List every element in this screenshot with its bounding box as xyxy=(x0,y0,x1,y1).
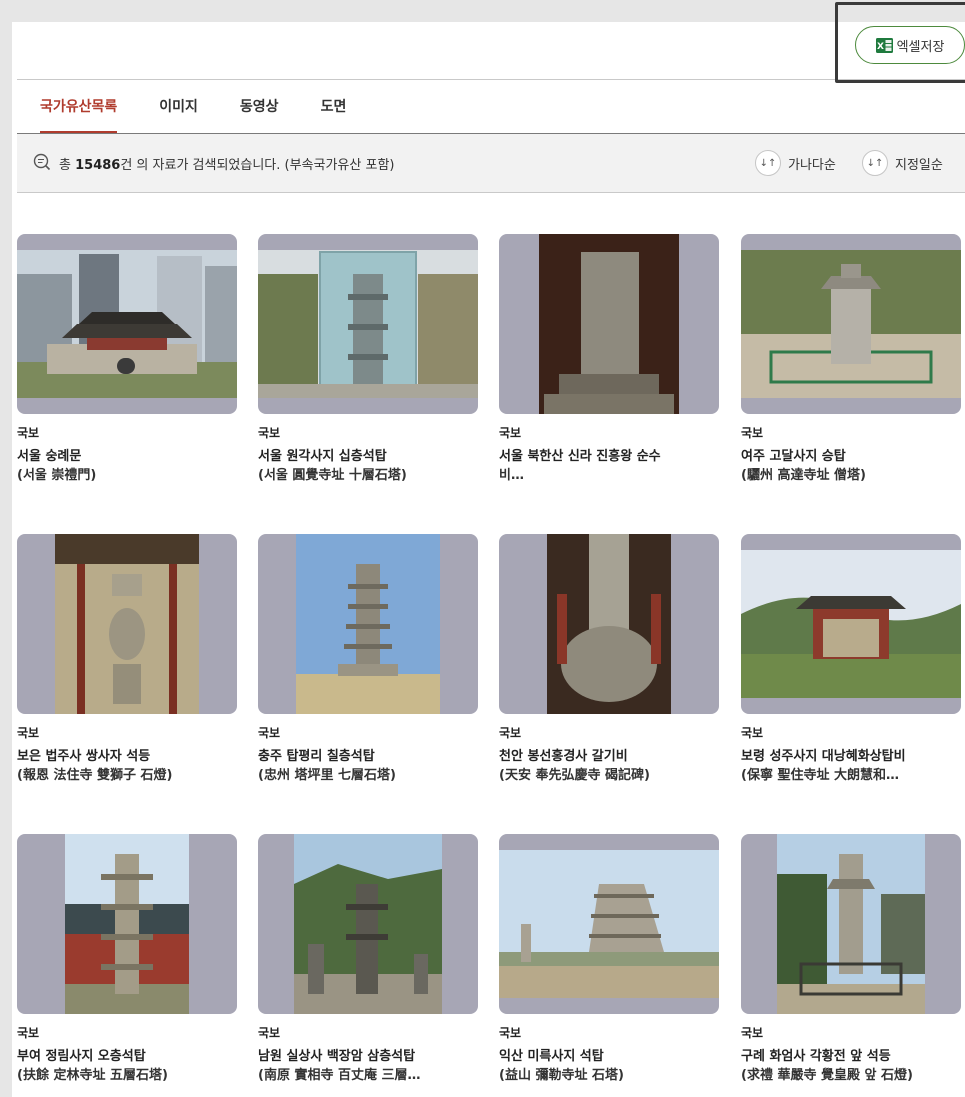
heritage-name: 천안 봉선홍경사 갈기비 xyxy=(499,749,628,764)
heritage-card[interactable]: 국보 구례 화엄사 각황전 앞 석등 (求禮 華嚴寺 覺皇殿 앞 石燈) xyxy=(741,834,961,1085)
heritage-thumbnail xyxy=(258,234,478,414)
heritage-hanja: (天安 奉先弘慶寺 碣記碑) xyxy=(499,768,650,783)
heritage-category: 국보 xyxy=(17,726,40,740)
heritage-category: 국보 xyxy=(741,726,764,740)
tab-images[interactable]: 이미지 xyxy=(159,86,198,134)
heritage-category: 국보 xyxy=(17,1026,40,1040)
heritage-hanja: (求禮 華嚴寺 覺皇殿 앞 石燈) xyxy=(741,1068,913,1083)
excel-icon: X xyxy=(875,37,893,53)
heritage-name: 보은 법주사 쌍사자 석등 xyxy=(17,749,151,764)
heritage-card[interactable]: 국보 서울 숭례문 (서울 崇禮門) xyxy=(17,234,237,485)
search-result-icon xyxy=(33,153,51,171)
heritage-category: 국보 xyxy=(499,1026,522,1040)
heritage-name: 서울 숭례문 xyxy=(17,449,82,464)
heritage-hanja: (서울 崇禮門) xyxy=(17,468,97,483)
heritage-card[interactable]: 국보 여주 고달사지 승탑 (驪州 高達寺址 僧塔) xyxy=(741,234,961,485)
heritage-name: 서울 북한산 신라 진흥왕 순수 xyxy=(499,449,661,464)
heritage-thumbnail xyxy=(17,834,237,1014)
heritage-thumbnail xyxy=(17,234,237,414)
heritage-name: 부여 정림사지 오층석탑 xyxy=(17,1049,146,1064)
top-toolbar: X 엑셀저장 xyxy=(17,2,965,83)
heritage-thumbnail xyxy=(741,234,961,414)
heritage-card[interactable]: 국보 충주 탑평리 칠층석탑 (忠州 塔坪里 七層石塔) xyxy=(258,534,478,785)
heritage-thumbnail xyxy=(499,234,719,414)
heritage-card[interactable]: 국보 서울 원각사지 십층석탑 (서울 圓覺寺址 十層石塔) xyxy=(258,234,478,485)
result-suffix: 건 의 자료가 검색되었습니다. (부속국가유산 포함) xyxy=(120,158,395,173)
tab-heritage-list[interactable]: 국가유산목록 xyxy=(40,86,118,134)
heritage-thumbnail xyxy=(258,534,478,714)
heritage-hanja: (忠州 塔坪里 七層石塔) xyxy=(258,768,396,783)
heritage-hanja: (益山 彌勒寺址 石塔) xyxy=(499,1068,624,1083)
excel-save-button[interactable]: X 엑셀저장 xyxy=(855,26,965,64)
heritage-name: 익산 미륵사지 석탑 xyxy=(499,1049,604,1064)
result-prefix: 총 xyxy=(59,158,71,173)
excel-save-label: 엑셀저장 xyxy=(896,39,945,55)
heritage-thumbnail xyxy=(741,534,961,714)
heritage-category: 국보 xyxy=(17,426,40,440)
heritage-thumbnail xyxy=(17,534,237,714)
sort-arrows-icon: ↓↑ xyxy=(755,150,781,176)
heritage-name: 구례 화엄사 각황전 앞 석등 xyxy=(741,1049,891,1064)
sort-alphabetical-label: 가나다순 xyxy=(788,157,836,173)
heritage-thumbnail xyxy=(741,834,961,1014)
heritage-category: 국보 xyxy=(258,726,281,740)
heritage-category: 국보 xyxy=(741,426,764,440)
heritage-card[interactable]: 국보 천안 봉선홍경사 갈기비 (天安 奉先弘慶寺 碣記碑) xyxy=(499,534,719,785)
heritage-hanja: (驪州 高達寺址 僧塔) xyxy=(741,468,866,483)
heritage-category: 국보 xyxy=(499,726,522,740)
heritage-card[interactable]: 국보 보은 법주사 쌍사자 석등 (報恩 法住寺 雙獅子 石燈) xyxy=(17,534,237,785)
sort-date-label: 지정일순 xyxy=(895,157,943,173)
sort-alphabetical-button[interactable]: ↓↑ 가나다순 xyxy=(755,150,836,176)
heritage-category: 국보 xyxy=(258,426,281,440)
result-tabs: 국가유산목록 이미지 동영상 도면 xyxy=(40,86,388,134)
heritage-hanja: (保寧 聖住寺址 大朗慧和… xyxy=(741,768,899,783)
heritage-hanja: 비… xyxy=(499,468,524,483)
heritage-name: 보령 성주사지 대낭혜화상탑비 xyxy=(741,749,906,764)
tab-drawings[interactable]: 도면 xyxy=(321,86,347,134)
sort-arrows-icon: ↓↑ xyxy=(862,150,888,176)
heritage-card[interactable]: 국보 익산 미륵사지 석탑 (益山 彌勒寺址 石塔) xyxy=(499,834,719,1085)
heritage-name: 남원 실상사 백장암 삼층석탑 xyxy=(258,1049,416,1064)
heritage-name: 충주 탑평리 칠층석탑 xyxy=(258,749,375,764)
tab-videos[interactable]: 동영상 xyxy=(240,86,279,134)
heritage-hanja: (南原 實相寺 百丈庵 三層… xyxy=(258,1068,421,1083)
heritage-card[interactable]: 국보 부여 정림사지 오층석탑 (扶餘 定林寺址 五層石塔) xyxy=(17,834,237,1085)
heritage-thumbnail xyxy=(499,834,719,1014)
heritage-thumbnail xyxy=(499,534,719,714)
heritage-thumbnail xyxy=(258,834,478,1014)
result-count-text: 총 15486건 의 자료가 검색되었습니다. (부속국가유산 포함) xyxy=(59,154,394,173)
svg-text:X: X xyxy=(877,42,884,52)
result-info-bar: 총 15486건 의 자료가 검색되었습니다. (부속국가유산 포함) ↓↑ 가… xyxy=(17,134,965,193)
heritage-card[interactable]: 국보 남원 실상사 백장암 삼층석탑 (南原 實相寺 百丈庵 三層… xyxy=(258,834,478,1085)
heritage-name: 서울 원각사지 십층석탑 xyxy=(258,449,387,464)
heritage-category: 국보 xyxy=(258,1026,281,1040)
heritage-hanja: (서울 圓覺寺址 十層石塔) xyxy=(258,468,407,483)
heritage-hanja: (報恩 法住寺 雙獅子 石燈) xyxy=(17,768,173,783)
heritage-card[interactable]: 국보 보령 성주사지 대낭혜화상탑비 (保寧 聖住寺址 大朗慧和… xyxy=(741,534,961,785)
results-panel: X 엑셀저장 국가유산목록 이미지 동영상 도면 총 15486건 의 자료가 … xyxy=(12,2,965,1097)
heritage-name: 여주 고달사지 승탑 xyxy=(741,449,846,464)
heritage-hanja: (扶餘 定林寺址 五層石塔) xyxy=(17,1068,168,1083)
heritage-category: 국보 xyxy=(741,1026,764,1040)
result-count: 15486 xyxy=(75,158,121,173)
heritage-card[interactable]: 국보 서울 북한산 신라 진흥왕 순수 비… xyxy=(499,234,719,485)
heritage-category: 국보 xyxy=(499,426,522,440)
sort-date-button[interactable]: ↓↑ 지정일순 xyxy=(862,150,943,176)
